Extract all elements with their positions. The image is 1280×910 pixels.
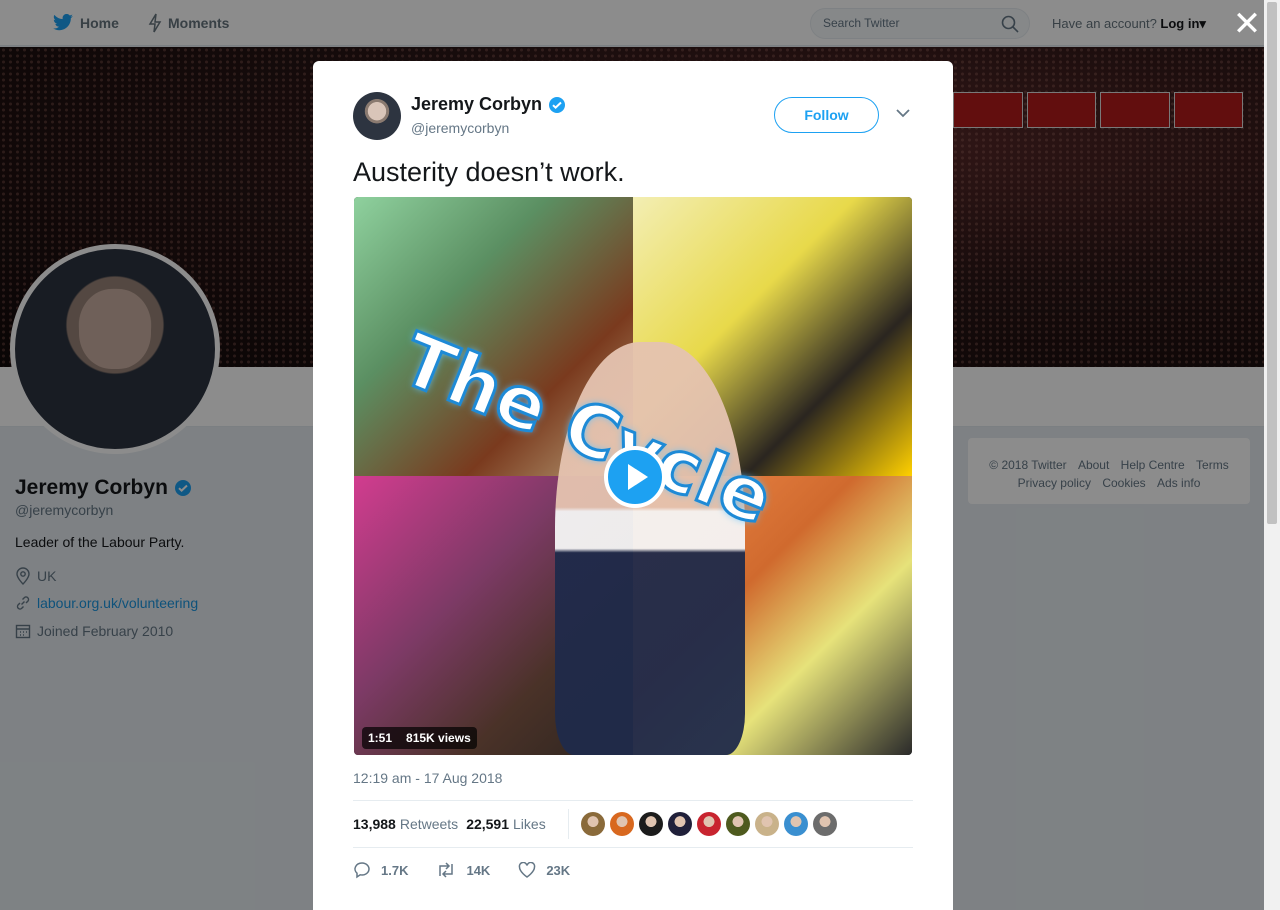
page-scrollbar[interactable] (1264, 0, 1280, 910)
reply-button[interactable]: 1.7K (353, 861, 408, 879)
retweets-label: Retweets (399, 816, 459, 832)
likes-count: 22,591 (466, 816, 510, 832)
follow-button[interactable]: Follow (774, 97, 879, 133)
like-button[interactable]: 23K (518, 861, 570, 879)
scrollbar-thumb[interactable] (1267, 2, 1277, 524)
play-icon[interactable] (604, 446, 666, 508)
tweet-stats: 13,988 Retweets 22,591 Likes (353, 800, 913, 848)
like-count: 23K (546, 862, 571, 878)
liker-avatar[interactable] (754, 812, 779, 836)
retweet-icon (439, 862, 454, 878)
retweets-stat[interactable]: 13,988 Retweets (353, 816, 458, 832)
likes-stat[interactable]: 22,591 Likes (466, 816, 546, 832)
retweets-count: 13,988 (353, 816, 396, 832)
retweet-button[interactable]: 14K (436, 861, 490, 879)
liker-avatars (567, 809, 837, 839)
tweet-actions: 1.7K 14K 23K (353, 861, 570, 879)
liker-avatar[interactable] (609, 812, 634, 836)
video-views: 815K views (406, 731, 471, 745)
liker-avatar[interactable] (783, 812, 808, 836)
liker-avatar[interactable] (696, 812, 721, 836)
video-player[interactable]: The Cycle 1:51 815K views (354, 197, 912, 755)
likes-label: Likes (513, 816, 546, 832)
reply-count: 1.7K (381, 862, 409, 878)
retweet-count: 14K (466, 862, 491, 878)
verified-badge-icon (549, 96, 566, 113)
tweet-author-handle[interactable]: @jeremycorbyn (411, 120, 509, 136)
liker-avatar[interactable] (725, 812, 750, 836)
liker-avatar[interactable] (812, 812, 837, 836)
liker-avatar[interactable] (667, 812, 692, 836)
reply-icon (354, 862, 370, 879)
tweet-author-name-text[interactable]: Jeremy Corbyn (411, 94, 542, 115)
heart-icon (519, 862, 536, 878)
close-icon[interactable]: ✕ (1232, 7, 1262, 42)
chevron-down-icon[interactable] (895, 107, 911, 119)
tweet-modal: Jeremy Corbyn @jeremycorbyn Follow Auste… (313, 61, 953, 910)
video-info-badge: 1:51 815K views (362, 727, 477, 749)
liker-avatar[interactable] (580, 812, 605, 836)
video-duration: 1:51 (368, 731, 393, 745)
tweet-text: Austerity doesn’t work. (353, 157, 625, 187)
tweet-author-name[interactable]: Jeremy Corbyn (411, 94, 566, 115)
tweet-author-avatar[interactable] (353, 92, 401, 140)
liker-avatar[interactable] (638, 812, 663, 836)
tweet-timestamp[interactable]: 12:19 am - 17 Aug 2018 (353, 770, 502, 786)
